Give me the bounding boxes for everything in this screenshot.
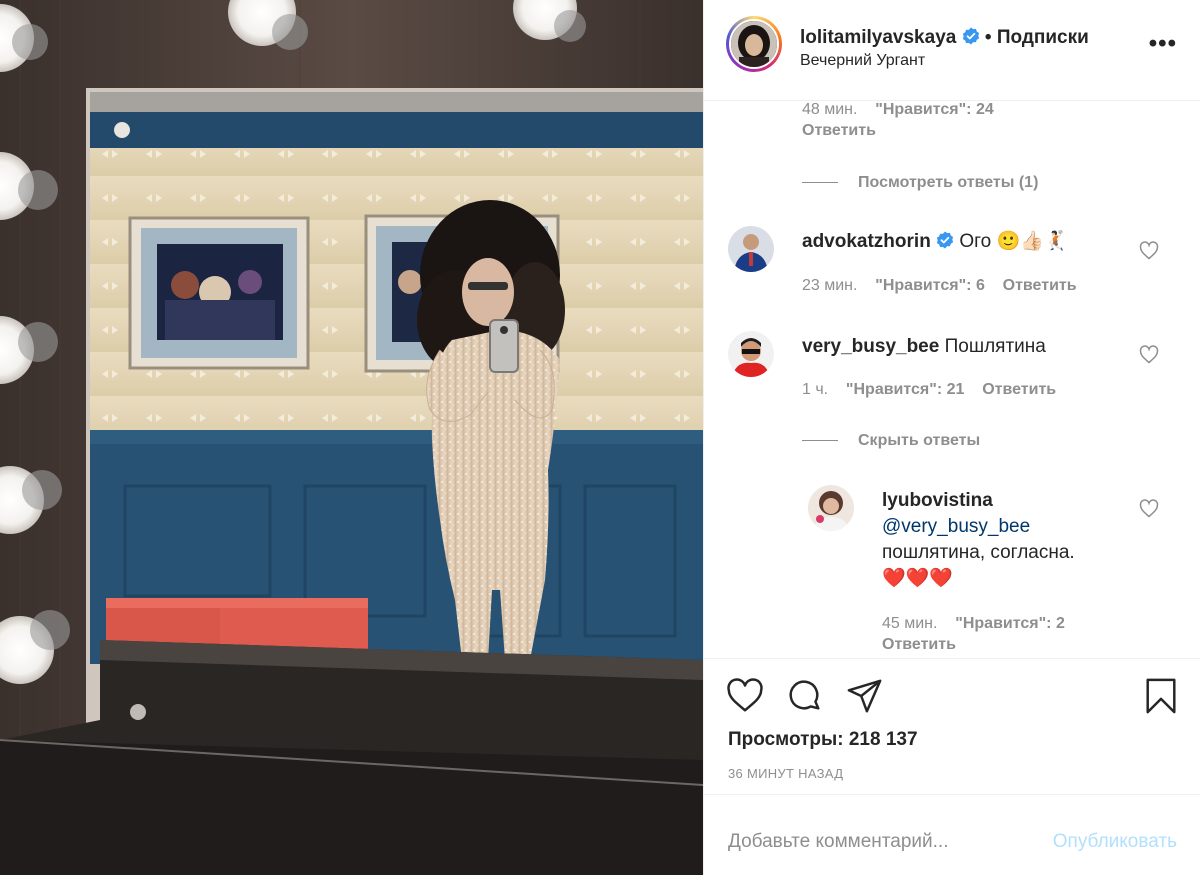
reply-body: пошлятина, согласна. (882, 542, 1075, 563)
more-options-icon[interactable]: ••• (1149, 32, 1177, 56)
comment-meta: 23 мин. "Нравится": 6 Ответить (802, 277, 1077, 295)
comment-text: very_busy_bee Пошлятина (802, 334, 1046, 360)
post-location[interactable]: Вечерний Ургант (800, 52, 925, 70)
comment-likes[interactable]: "Нравится": 21 (846, 381, 965, 398)
mention-link[interactable]: @very_busy_bee (882, 514, 1132, 540)
author-avatar[interactable] (726, 16, 782, 72)
comment-icon[interactable] (786, 677, 824, 715)
following-button[interactable]: Подписки (997, 27, 1089, 48)
post-header: lolitamilyavskaya • Подписки Вечерний Ур… (704, 0, 1200, 101)
heart-icon[interactable] (1139, 345, 1159, 365)
comments-list[interactable]: 48 мин. "Нравится": 24 Ответить Посмотре… (704, 101, 1200, 658)
commenter-username[interactable]: advokatzhorin (802, 231, 931, 252)
post-media[interactable] (0, 0, 703, 875)
view-replies-label: Посмотреть ответы (1) (858, 174, 1039, 191)
comment-time[interactable]: 1 ч. (802, 381, 828, 398)
like-icon[interactable] (726, 677, 764, 715)
commenter-avatar[interactable] (728, 226, 774, 272)
comment-body: Ого 🙂👍🏻🤾🏻 (959, 231, 1068, 252)
post-timestamp[interactable]: 36 минут назад (728, 766, 843, 781)
heart-icon[interactable] (1139, 241, 1159, 261)
comment-meta: 45 мин. "Нравится": 2 (882, 615, 1065, 633)
publish-button[interactable]: Опубликовать (1053, 831, 1177, 853)
reply-button[interactable]: Ответить (882, 636, 956, 653)
comment-likes[interactable]: "Нравится": 2 (955, 615, 1065, 632)
comment-body: Пошлятина (944, 336, 1046, 357)
verified-icon (962, 27, 979, 45)
reply-button[interactable]: Ответить (982, 381, 1056, 398)
comment-likes[interactable]: "Нравится": 24 (875, 101, 994, 118)
view-replies-button[interactable]: Посмотреть ответы (1) (802, 174, 1038, 192)
commenter-username[interactable]: lyubovistina (882, 488, 1132, 514)
hide-replies-button[interactable]: Скрыть ответы (802, 432, 980, 450)
reply-link: Ответить (882, 636, 956, 654)
post-actions: Просмотры: 218 137 36 минут назад (704, 658, 1200, 795)
views-count[interactable]: Просмотры: 218 137 (728, 729, 918, 751)
share-icon[interactable] (846, 677, 884, 715)
heart-icon[interactable] (1139, 499, 1159, 519)
comment-likes[interactable]: "Нравится": 6 (875, 277, 985, 294)
comment-meta: 48 мин. "Нравится": 24 (802, 101, 994, 119)
reply-button[interactable]: Ответить (1003, 277, 1077, 294)
comment-input[interactable] (728, 831, 1028, 853)
commenter-avatar[interactable] (728, 331, 774, 377)
post-sidebar: lolitamilyavskaya • Подписки Вечерний Ур… (703, 0, 1200, 875)
commenter-avatar[interactable] (808, 485, 854, 531)
comment-meta: 1 ч. "Нравится": 21 Ответить (802, 381, 1056, 399)
comment-text: advokatzhorin Ого 🙂👍🏻🤾🏻 (802, 229, 1067, 255)
reply-link: Ответить (802, 122, 876, 140)
mirror-selfie-image (0, 0, 703, 875)
hide-replies-label: Скрыть ответы (858, 432, 981, 449)
reply-text: lyubovistina @very_busy_bee пошлятина, с… (882, 488, 1132, 592)
reply-hearts: ❤️❤️❤️ (882, 568, 953, 589)
divider-line (802, 182, 838, 184)
commenter-username[interactable]: very_busy_bee (802, 336, 939, 357)
header-separator: • (984, 27, 992, 48)
comment-time[interactable]: 45 мин. (882, 615, 937, 632)
comment-time[interactable]: 23 мин. (802, 277, 857, 294)
verified-icon (936, 231, 954, 249)
divider-line (802, 440, 838, 442)
add-comment-section: Опубликовать (704, 795, 1200, 875)
author-line: lolitamilyavskaya • Подписки (800, 27, 1089, 49)
comment-time[interactable]: 48 мин. (802, 101, 857, 118)
reply-button[interactable]: Ответить (802, 122, 876, 139)
save-icon[interactable] (1142, 677, 1180, 715)
author-username[interactable]: lolitamilyavskaya (800, 27, 956, 48)
